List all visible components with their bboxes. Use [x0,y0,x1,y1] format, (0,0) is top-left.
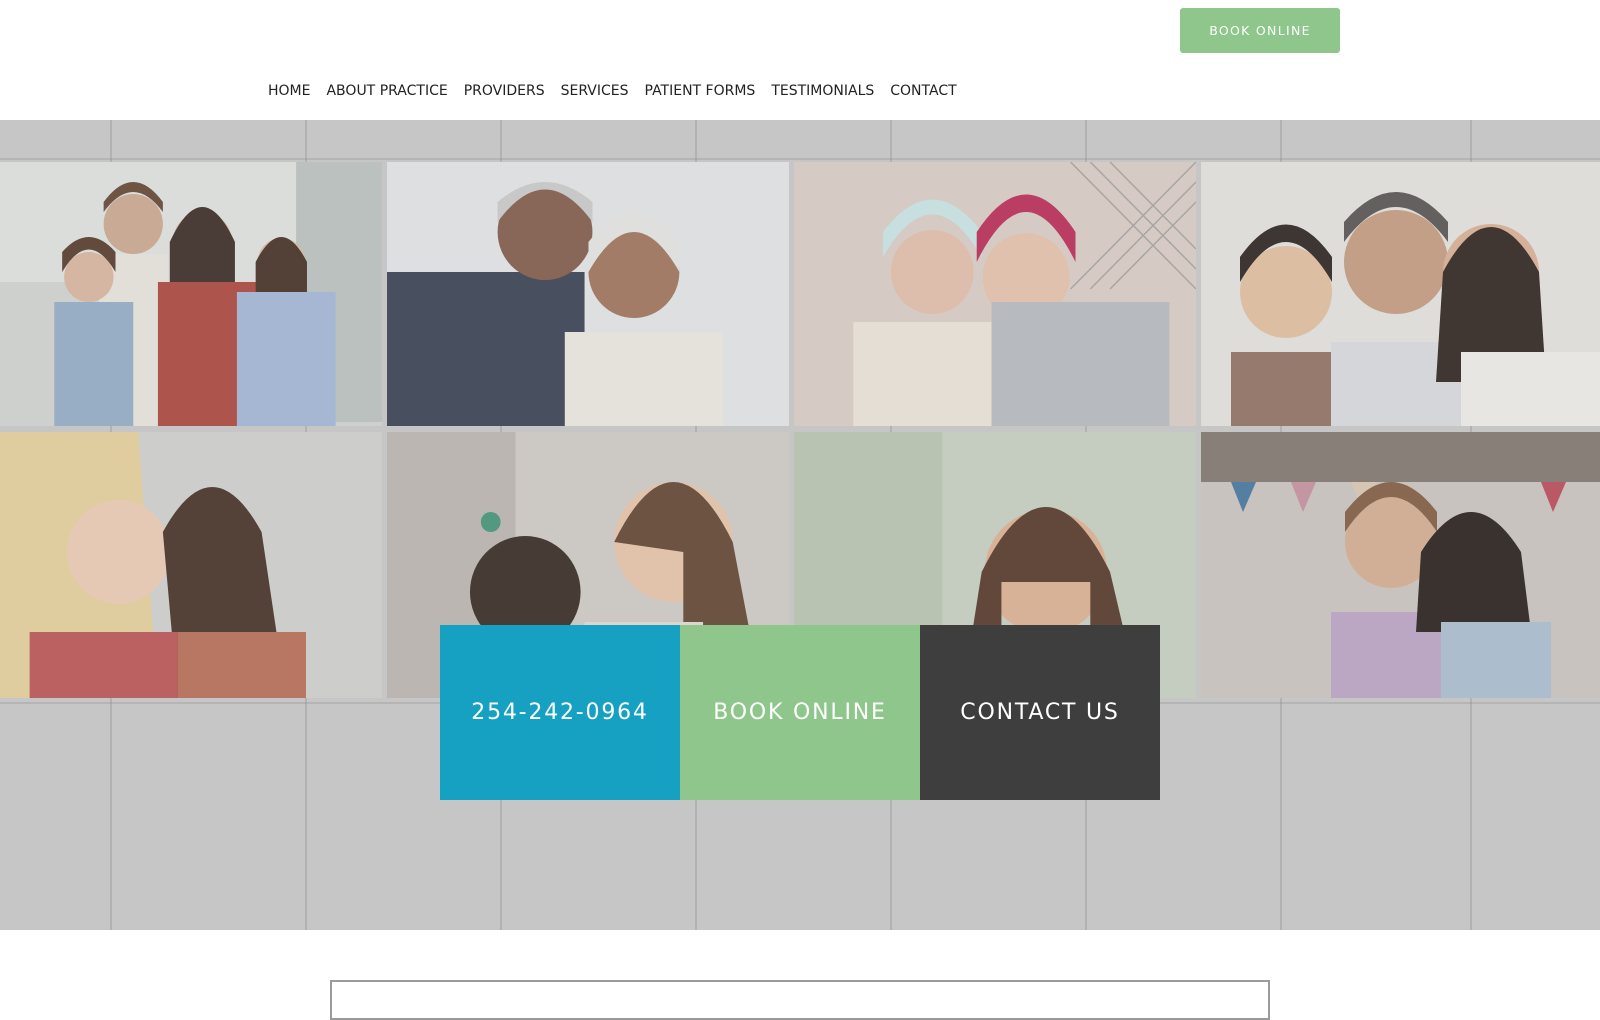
nav-home[interactable]: HOME [268,83,310,99]
main-nav: HOME ABOUT PRACTICE PROVIDERS SERVICES P… [268,80,957,102]
hero-section: 254-242-0964 BOOK ONLINE CONTACT US [0,120,1600,930]
family-photo [0,162,387,426]
nav-testimonials[interactable]: TESTIMONIALS [771,83,874,99]
friends-in-beanies-photo [794,162,1201,426]
nav-services[interactable]: SERVICES [561,83,629,99]
couple-outdoors-photo [1201,432,1600,698]
plank-seam [0,158,1600,160]
content-box-outline [330,980,1270,1020]
book-online-cta-button[interactable]: BOOK ONLINE [680,625,920,800]
two-women-photo [0,432,387,698]
nav-about-practice[interactable]: ABOUT PRACTICE [326,83,447,99]
book-online-header-button[interactable]: BOOK ONLINE [1180,8,1340,53]
site-header: BOOK ONLINE HOME ABOUT PRACTICE PROVIDER… [0,0,1600,120]
cta-row: 254-242-0964 BOOK ONLINE CONTACT US [440,625,1160,800]
nav-patient-forms[interactable]: PATIENT FORMS [645,83,756,99]
senior-couple-photo [387,162,794,426]
contact-us-cta-button[interactable]: CONTACT US [920,625,1160,800]
phone-cta-button[interactable]: 254-242-0964 [440,625,680,800]
nav-providers[interactable]: PROVIDERS [464,83,545,99]
nav-contact[interactable]: CONTACT [890,83,956,99]
father-son-mother-photo [1201,162,1600,426]
photo-grid [0,162,1600,698]
